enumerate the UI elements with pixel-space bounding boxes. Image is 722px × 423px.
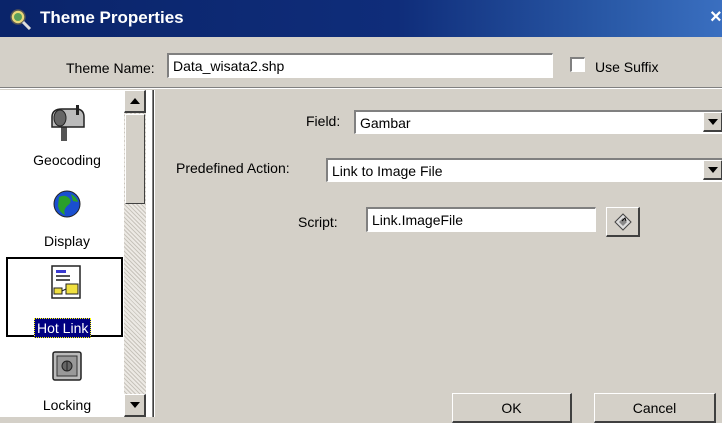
use-suffix-label: Use Suffix [595, 59, 659, 75]
use-suffix-checkbox[interactable] [570, 57, 585, 72]
chevron-down-icon [707, 118, 718, 125]
script-input[interactable]: Link.ImageFile [366, 207, 596, 232]
category-geocoding[interactable]: Geocoding [12, 152, 122, 168]
field-dropdown[interactable]: Gambar [354, 110, 722, 134]
scroll-down-button[interactable] [124, 394, 146, 417]
script-picker-button[interactable] [606, 207, 640, 237]
category-display[interactable]: Display [12, 233, 122, 249]
predefined-action-dropdown[interactable]: Link to Image File [326, 158, 722, 182]
theme-name-input[interactable]: Data_wisata2.shp [167, 53, 553, 78]
predefined-action-label: Predefined Action: [176, 160, 290, 176]
panel-divider [152, 90, 155, 417]
theme-name-label: Theme Name: [66, 60, 155, 76]
field-label: Field: [306, 113, 341, 129]
field-dropdown-button[interactable] [703, 112, 722, 132]
mailbox-icon[interactable] [48, 103, 88, 143]
cancel-button[interactable]: Cancel [594, 393, 716, 423]
chevron-down-icon [707, 166, 718, 173]
globe-icon[interactable] [51, 188, 83, 220]
field-dropdown-value: Gambar [360, 115, 411, 131]
script-label: Script: [298, 214, 338, 230]
safe-icon[interactable] [50, 349, 84, 383]
category-hotlink[interactable]: Hot Link [34, 318, 92, 338]
close-icon[interactable]: × [710, 6, 722, 29]
arcview-app-icon [10, 9, 32, 30]
separator [0, 88, 722, 89]
scroll-up-button[interactable] [124, 90, 146, 113]
scrollbar-thumb[interactable] [125, 114, 145, 204]
window-title: Theme Properties [40, 8, 184, 27]
arrow-down-icon [129, 402, 140, 408]
hotlink-icon[interactable] [50, 264, 82, 300]
script-picker-icon [613, 212, 632, 231]
predefined-action-value: Link to Image File [332, 163, 443, 179]
ok-button[interactable]: OK [452, 393, 572, 423]
category-locking[interactable]: Locking [12, 397, 122, 413]
predefined-action-dropdown-button[interactable] [703, 160, 722, 180]
arrow-up-icon [129, 98, 140, 104]
